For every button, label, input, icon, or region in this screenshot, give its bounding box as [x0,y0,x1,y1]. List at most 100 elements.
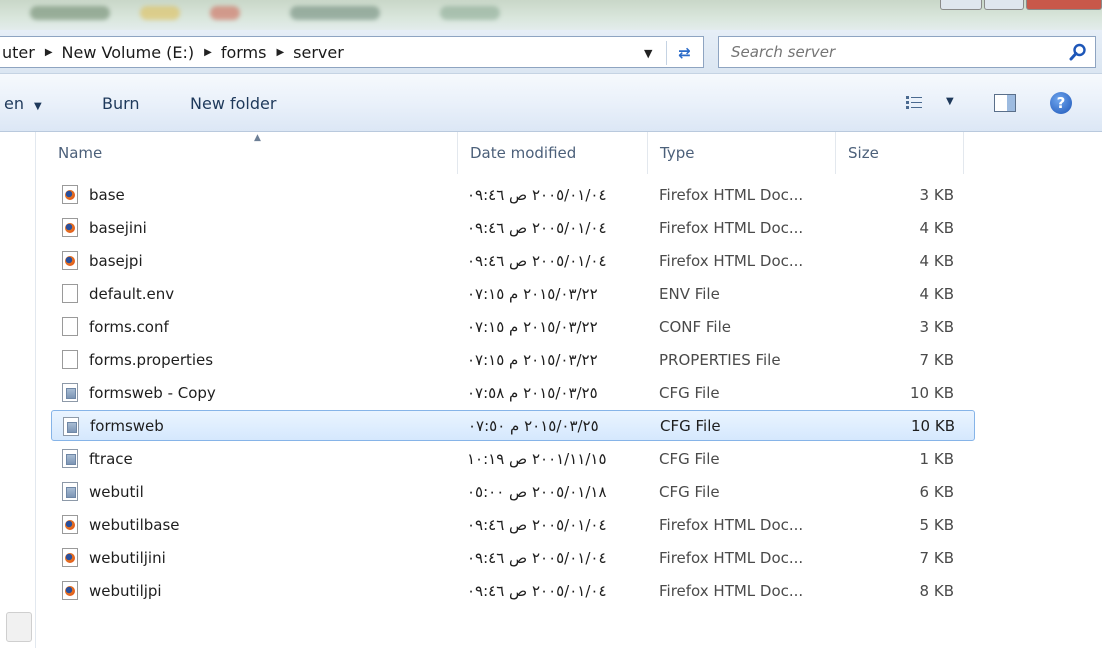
file-row[interactable]: forms.properties ٢٠١٥/٠٣/٢٢ م ٠٧:١٥ PROPER… [36,343,1102,376]
file-name: base [89,185,125,204]
file-type: PROPERTIES File [659,350,781,369]
open-menu-label: en [4,94,24,113]
maximize-button[interactable] [984,0,1024,10]
file-row[interactable]: webutilbase ٢٠٠٥/٠١/٠٤ ص ٠٩:٤٦ Firefox HTM… [36,508,1102,541]
open-menu-button[interactable]: en ▼ [4,94,42,113]
file-row[interactable]: formsweb - Copy ٢٠١٥/٠٣/٢٥ م ٠٧:٥٨ CFG Fil… [36,376,1102,409]
file-row[interactable]: ftrace ٢٠٠١/١١/١٥ ص ١٠:١٩ CFG File 1 KB [36,442,1102,475]
breadcrumb-separator-icon[interactable]: ▶ [45,47,53,58]
address-row: uter ▶ New Volume (E:) ▶ forms ▶ server … [0,30,1102,74]
search-icon[interactable] [1069,43,1087,61]
address-bar[interactable]: uter ▶ New Volume (E:) ▶ forms ▶ server … [0,36,704,68]
firefox-html-icon [62,581,80,601]
file-row[interactable]: webutiljpi ٢٠٠٥/٠١/٠٤ ص ٠٩:٤٦ Firefox HTML… [36,574,1102,607]
cfg-file-icon [63,417,81,437]
file-date-modified: ٢٠٠٥/٠١/١٨ ص ٠٥:٠٠ [467,482,607,501]
search-input[interactable] [719,43,1039,61]
minimize-button[interactable] [940,0,982,10]
breadcrumb-new-volume[interactable]: New Volume (E:) [62,43,195,62]
column-header-size-label: Size [848,144,879,162]
breadcrumb-forms[interactable]: forms [221,43,267,62]
file-date-modified: ٢٠١٥/٠٣/٢٥ م ٠٧:٥٠ [468,416,599,435]
cfg-file-icon [62,482,80,502]
breadcrumb-separator-icon[interactable]: ▶ [276,47,284,58]
file-type: Firefox HTML Doc... [659,218,804,237]
file-date-modified: ٢٠١٥/٠٣/٢٢ م ٠٧:١٥ [467,284,598,303]
file-date-modified: ٢٠٠١/١١/١٥ ص ١٠:١٩ [467,449,607,468]
command-bar: en ▼ Burn New folder ▼ ? [0,74,1102,132]
breadcrumb-server[interactable]: server [293,43,344,62]
column-header-date-label: Date modified [470,144,577,162]
file-size: 10 KB [910,383,954,402]
navigation-pane-scrollbar[interactable] [6,612,32,642]
file-name: webutiljpi [89,581,162,600]
file-name: ftrace [89,449,133,468]
file-row[interactable]: webutiljini ٢٠٠٥/٠١/٠٤ ص ٠٩:٤٦ Firefox HTM… [36,541,1102,574]
file-date-modified: ٢٠٠٥/٠١/٠٤ ص ٠٩:٤٦ [467,581,607,600]
chevron-down-icon: ▼ [33,101,42,112]
file-row[interactable]: webutil ٢٠٠٥/٠١/١٨ ص ٠٥:٠٠ CFG File 6 KB [36,475,1102,508]
file-type: CFG File [659,449,720,468]
address-history-dropdown-icon[interactable]: ▼ [644,47,652,60]
search-box[interactable] [718,36,1096,68]
file-size: 1 KB [919,449,954,468]
file-type: Firefox HTML Doc... [659,548,804,567]
file-name: webutiljini [89,548,166,567]
column-header-size[interactable]: Size [836,132,964,174]
file-type: CFG File [659,482,720,501]
file-date-modified: ٢٠٠٥/٠١/٠٤ ص ٠٩:٤٦ [467,185,607,204]
file-date-modified: ٢٠٠٥/٠١/٠٤ ص ٠٩:٤٦ [467,515,607,534]
change-view-icon[interactable] [906,96,922,110]
file-row[interactable]: base ٢٠٠٥/٠١/٠٤ ص ٠٩:٤٦ Firefox HTML Doc..… [36,178,1102,211]
file-row[interactable]: basejini ٢٠٠٥/٠١/٠٤ ص ٠٩:٤٦ Firefox HTML D… [36,211,1102,244]
file-name: webutilbase [89,515,180,534]
file-size: 4 KB [919,218,954,237]
file-list: base ٢٠٠٥/٠١/٠٤ ص ٠٩:٤٦ Firefox HTML Doc..… [36,178,1102,607]
file-date-modified: ٢٠١٥/٠٣/٢٢ م ٠٧:١٥ [467,317,598,336]
navigation-pane [0,132,36,648]
window-top-edge [0,0,1102,30]
file-size: 3 KB [919,185,954,204]
file-date-modified: ٢٠١٥/٠٣/٢٥ م ٠٧:٥٨ [467,383,598,402]
help-icon[interactable]: ? [1050,92,1072,114]
breadcrumb-separator-icon[interactable]: ▶ [204,47,212,58]
file-name: webutil [89,482,144,501]
file-size: 8 KB [919,581,954,600]
refresh-icon[interactable]: ⇄ [666,41,702,65]
blank-file-icon [62,350,80,370]
blank-file-icon [62,284,80,304]
blank-file-icon [62,317,80,337]
firefox-html-icon [62,185,80,205]
view-options-chevron-icon[interactable]: ▼ [946,96,954,107]
file-row[interactable]: formsweb ٢٠١٥/٠٣/٢٥ م ٠٧:٥٠ CFG File 10 KB [51,410,975,441]
cfg-file-icon [62,449,80,469]
burn-button[interactable]: Burn [102,94,140,113]
column-header-row: ▲ Name Date modified Type Size [36,132,1102,174]
file-name: default.env [89,284,175,303]
file-date-modified: ٢٠١٥/٠٣/٢٢ م ٠٧:١٥ [467,350,598,369]
file-type: CONF File [659,317,731,336]
preview-pane-icon[interactable] [994,94,1016,112]
file-type: Firefox HTML Doc... [659,251,804,270]
close-button[interactable] [1026,0,1102,10]
breadcrumb-computer[interactable]: uter [2,43,35,62]
column-header-name[interactable]: Name [46,132,458,174]
file-name: formsweb [90,416,164,435]
file-size: 6 KB [919,482,954,501]
file-type: Firefox HTML Doc... [659,515,804,534]
file-size: 10 KB [911,416,955,435]
file-size: 4 KB [919,251,954,270]
file-date-modified: ٢٠٠٥/٠١/٠٤ ص ٠٩:٤٦ [467,218,607,237]
file-row[interactable]: forms.conf ٢٠١٥/٠٣/٢٢ م ٠٧:١٥ CONF File 3 K… [36,310,1102,343]
file-size: 7 KB [919,350,954,369]
column-header-type[interactable]: Type [648,132,836,174]
file-size: 4 KB [919,284,954,303]
new-folder-button[interactable]: New folder [190,94,276,113]
file-size: 7 KB [919,548,954,567]
file-row[interactable]: basejpi ٢٠٠٥/٠١/٠٤ ص ٠٩:٤٦ Firefox HTML Do… [36,244,1102,277]
firefox-html-icon [62,218,80,238]
file-row[interactable]: default.env ٢٠١٥/٠٣/٢٢ م ٠٧:١٥ ENV File 4 K… [36,277,1102,310]
file-date-modified: ٢٠٠٥/٠١/٠٤ ص ٠٩:٤٦ [467,251,607,270]
column-header-date-modified[interactable]: Date modified [458,132,648,174]
firefox-html-icon [62,515,80,535]
